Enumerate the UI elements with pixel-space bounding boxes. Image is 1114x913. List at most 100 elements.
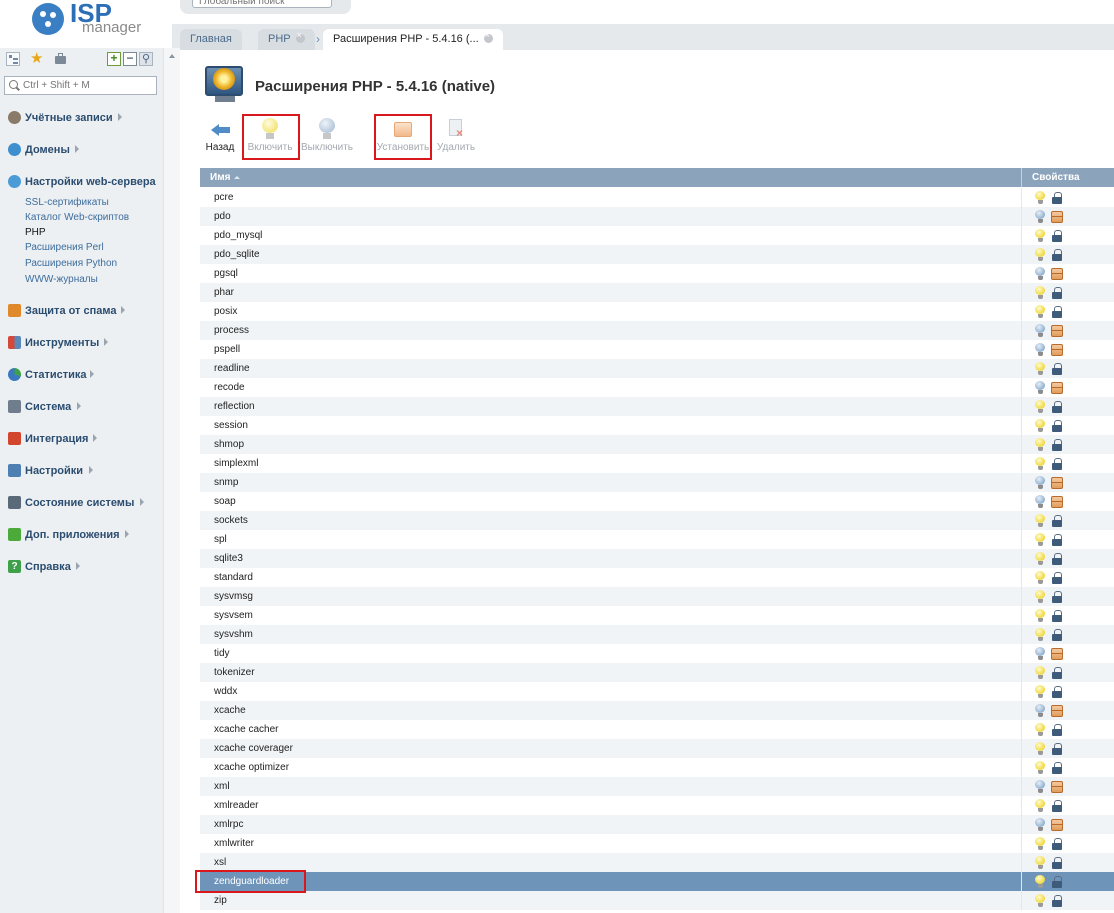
lightbulb-on-icon xyxy=(1034,628,1046,641)
tab-php[interactable]: PHP xyxy=(258,29,315,50)
extension-name: process xyxy=(214,325,250,336)
table-row[interactable]: xmlrpc xyxy=(200,815,1114,834)
table-row[interactable]: shmop xyxy=(200,435,1114,454)
table-row[interactable]: pcre xyxy=(200,188,1114,207)
sidebar-item-perl[interactable]: Расширения Perl xyxy=(25,242,104,253)
package-icon xyxy=(1051,344,1063,356)
column-divider xyxy=(1021,359,1022,378)
lock-icon xyxy=(1051,439,1063,451)
table-row[interactable]: xml xyxy=(200,777,1114,796)
column-divider xyxy=(1021,568,1022,587)
tab-php-extensions[interactable]: Расширения PHP - 5.4.16 (... xyxy=(323,29,503,50)
sidebar-item-ssl[interactable]: SSL-сертификаты xyxy=(25,197,109,208)
table-row[interactable]: session xyxy=(200,416,1114,435)
package-icon xyxy=(1051,382,1063,394)
action-toolbar: Назад Включить Выключить Установить × Уд… xyxy=(200,114,700,162)
briefcase-icon[interactable] xyxy=(54,52,68,66)
close-icon[interactable] xyxy=(483,30,493,43)
sidebar-section-label: Статистика xyxy=(25,369,87,381)
back-button[interactable]: Назад xyxy=(204,116,236,160)
table-row[interactable]: zip xyxy=(200,891,1114,910)
table-row[interactable]: wddx xyxy=(200,682,1114,701)
tab-home[interactable]: Главная xyxy=(180,29,242,50)
delete-button[interactable]: × Удалить xyxy=(436,116,476,160)
table-row[interactable]: xmlreader xyxy=(200,796,1114,815)
column-divider xyxy=(1021,872,1022,891)
lightbulb-on-icon xyxy=(1034,761,1046,774)
close-icon[interactable] xyxy=(295,30,305,43)
sidebar-scrollbar[interactable] xyxy=(163,48,180,913)
table-row[interactable]: snmp xyxy=(200,473,1114,492)
table-row[interactable]: tokenizer xyxy=(200,663,1114,682)
table-row[interactable]: soap xyxy=(200,492,1114,511)
table-row[interactable]: xcache coverager xyxy=(200,739,1114,758)
system-icon xyxy=(8,400,21,413)
pin-icon[interactable]: ⚲ xyxy=(139,52,153,66)
table-row[interactable]: tidy xyxy=(200,644,1114,663)
tree-view-icon[interactable] xyxy=(6,52,20,66)
extension-name: xml xyxy=(214,781,230,792)
collapse-all-icon[interactable]: − xyxy=(123,52,137,66)
column-divider xyxy=(1021,853,1022,872)
disable-button[interactable]: Выключить xyxy=(300,116,354,160)
isp-manager-logo[interactable]: ISP manager xyxy=(30,0,141,38)
table-row[interactable]: xcache optimizer xyxy=(200,758,1114,777)
package-icon xyxy=(1051,781,1063,793)
sidebar-item-web-scripts[interactable]: Каталог Web-скриптов xyxy=(25,212,129,223)
table-row[interactable]: pgsql xyxy=(200,264,1114,283)
table-row[interactable]: pspell xyxy=(200,340,1114,359)
lock-icon xyxy=(1051,458,1063,470)
sidebar-item-www-logs[interactable]: WWW-журналы xyxy=(25,274,98,285)
table-row[interactable]: xcache xyxy=(200,701,1114,720)
column-divider xyxy=(1021,625,1022,644)
column-divider[interactable] xyxy=(1021,168,1022,187)
table-row[interactable]: sockets xyxy=(200,511,1114,530)
chevron-right-icon xyxy=(93,434,97,442)
lock-icon xyxy=(1051,857,1063,869)
sidebar-section-label: Настройки xyxy=(25,465,84,477)
table-row[interactable]: sysvshm xyxy=(200,625,1114,644)
scroll-up-icon[interactable] xyxy=(169,54,175,58)
table-row[interactable]: sysvmsg xyxy=(200,587,1114,606)
table-row[interactable]: xmlwriter xyxy=(200,834,1114,853)
extension-name: sqlite3 xyxy=(214,553,243,564)
table-row[interactable]: readline xyxy=(200,359,1114,378)
column-divider xyxy=(1021,815,1022,834)
table-row[interactable]: process xyxy=(200,321,1114,340)
favorites-star-icon[interactable]: ★ xyxy=(30,51,44,66)
table-row[interactable]: recode xyxy=(200,378,1114,397)
lock-icon xyxy=(1051,230,1063,242)
sidebar-item-php[interactable]: PHP xyxy=(25,227,46,238)
arrow-left-icon xyxy=(209,118,231,140)
table-row[interactable]: pdo_mysql xyxy=(200,226,1114,245)
table-row[interactable]: simplexml xyxy=(200,454,1114,473)
global-search-input[interactable] xyxy=(192,0,332,8)
lightbulb-on-icon xyxy=(1034,571,1046,584)
expand-all-icon[interactable]: + xyxy=(107,52,121,66)
package-icon xyxy=(1051,705,1063,717)
package-icon xyxy=(1051,496,1063,508)
column-header-name[interactable]: Имя xyxy=(210,172,241,183)
table-row[interactable]: pdo_sqlite xyxy=(200,245,1114,264)
highlight-zendguardloader xyxy=(195,870,306,893)
package-icon xyxy=(1051,477,1063,489)
table-header: Имя Свойства xyxy=(200,168,1114,187)
lightbulb-off-icon xyxy=(1034,267,1046,280)
sidebar-item-python[interactable]: Расширения Python xyxy=(25,258,117,269)
menu-search-input[interactable] xyxy=(4,76,157,95)
table-row[interactable]: spl xyxy=(200,530,1114,549)
column-divider xyxy=(1021,606,1022,625)
lightbulb-off-icon xyxy=(1034,780,1046,793)
table-row[interactable]: reflection xyxy=(200,397,1114,416)
table-row[interactable]: zendguardloader xyxy=(200,872,1114,891)
table-row[interactable]: posix xyxy=(200,302,1114,321)
table-row[interactable]: standard xyxy=(200,568,1114,587)
table-row[interactable]: sysvsem xyxy=(200,606,1114,625)
table-row[interactable]: sqlite3 xyxy=(200,549,1114,568)
table-row[interactable]: xcache cacher xyxy=(200,720,1114,739)
column-header-props[interactable]: Свойства xyxy=(1032,172,1080,183)
lightbulb-on-icon xyxy=(1034,875,1046,888)
table-row[interactable]: pdo xyxy=(200,207,1114,226)
table-row[interactable]: phar xyxy=(200,283,1114,302)
table-row[interactable]: xsl xyxy=(200,853,1114,872)
